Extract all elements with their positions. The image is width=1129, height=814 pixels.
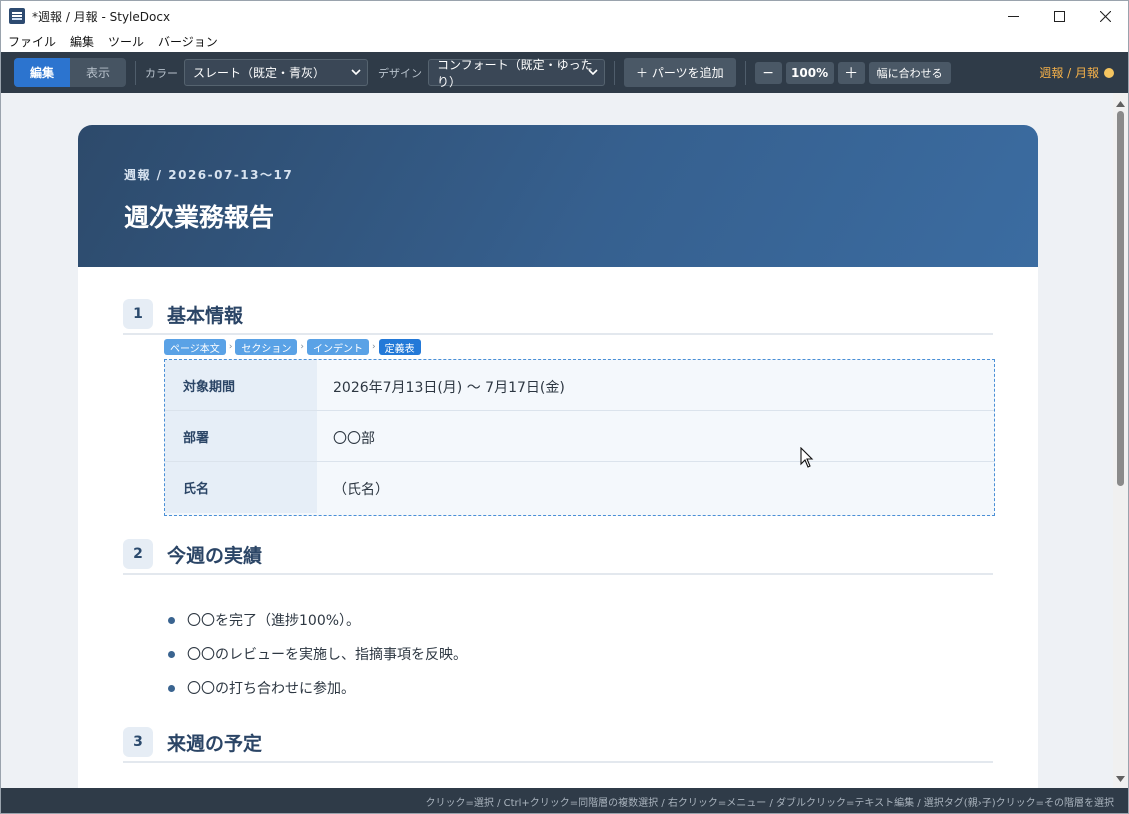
scroll-down-arrow-icon[interactable]: [1116, 774, 1125, 784]
mode-toggle: 編集 表示: [14, 58, 126, 87]
section-title: 基本情報: [167, 304, 244, 327]
definition-table[interactable]: 対象期間 2026年7月13日(月) 〜 7月17日(金) 部署 〇〇部 氏名 …: [164, 359, 995, 516]
definition-value: 2026年7月13日(月) 〜 7月17日(金): [333, 380, 565, 396]
list-item[interactable]: 〇〇を完了（進捗100%）。: [168, 603, 467, 637]
section-number: 3: [123, 727, 153, 757]
menu-version[interactable]: バージョン: [158, 33, 218, 50]
section-heading-2[interactable]: 2 今週の実績: [123, 535, 993, 575]
minimize-icon: [1007, 15, 1019, 17]
app-window: *週報 / 月報 - StyleDocx ファイル 編集 ツール バージョン 編…: [0, 0, 1129, 814]
list-item[interactable]: 〇〇のレビューを実施し、指摘事項を反映。: [168, 637, 467, 671]
definition-value: （氏名）: [333, 482, 389, 498]
color-select-value: スレート（既定・青灰）: [193, 66, 326, 80]
tag-separator: ›: [228, 342, 233, 352]
title-bar: *週報 / 月報 - StyleDocx: [1, 1, 1128, 31]
tag-page-body[interactable]: ページ本文: [164, 339, 226, 355]
toolbar-divider: [614, 60, 615, 85]
color-select[interactable]: スレート（既定・青灰）: [184, 59, 368, 86]
mode-edit-button[interactable]: 編集: [14, 58, 70, 87]
definition-key: 氏名: [165, 462, 317, 513]
section-heading-3[interactable]: 3 来週の予定: [123, 723, 993, 763]
definition-key: 部署: [165, 411, 317, 461]
chevron-down-icon: [588, 69, 598, 76]
tag-indent[interactable]: インデント: [307, 339, 370, 355]
app-logo-icon: [9, 8, 25, 24]
toolbar-divider: [135, 60, 136, 85]
menu-tools[interactable]: ツール: [108, 33, 144, 50]
minimize-button[interactable]: [990, 1, 1036, 31]
bullet-list[interactable]: 〇〇を完了（進捗100%）。 〇〇のレビューを実施し、指摘事項を反映。 〇〇の打…: [168, 603, 467, 705]
tag-definition-table[interactable]: 定義表: [378, 339, 421, 355]
list-item-text: 〇〇を完了（進捗100%）。: [187, 613, 361, 629]
add-parts-button[interactable]: ＋ パーツを追加: [624, 58, 736, 87]
fit-width-button[interactable]: 幅に合わせる: [868, 61, 951, 84]
color-label: カラー: [145, 66, 178, 80]
mode-view-button[interactable]: 表示: [70, 58, 126, 87]
window-controls: [990, 1, 1128, 31]
document-header[interactable]: 週報 / 2026-07-13〜17 週次業務報告: [78, 125, 1038, 267]
menu-edit[interactable]: 編集: [70, 33, 94, 50]
zoom-in-button[interactable]: ＋: [837, 61, 865, 84]
vertical-scrollbar[interactable]: [1113, 93, 1128, 788]
definition-row[interactable]: 氏名 （氏名）: [165, 462, 994, 513]
section-number: 2: [123, 539, 153, 569]
list-item[interactable]: 〇〇の打ち合わせに参加。: [168, 671, 467, 705]
window-title: *週報 / 月報 - StyleDocx: [32, 9, 171, 24]
scrollbar-thumb[interactable]: [1117, 111, 1124, 486]
document-title: 週次業務報告: [124, 203, 275, 232]
selection-breadcrumb: ページ本文 › セクション › インデント › 定義表: [164, 339, 421, 355]
bullet-icon: [168, 616, 175, 624]
document-workspace[interactable]: 週報 / 2026-07-13〜17 週次業務報告 1 基本情報 ページ本文 ›…: [1, 93, 1114, 788]
definition-row[interactable]: 対象期間 2026年7月13日(月) 〜 7月17日(金): [165, 360, 994, 411]
tag-separator: ›: [300, 342, 305, 352]
list-item-text: 〇〇のレビューを実施し、指摘事項を反映。: [187, 647, 467, 663]
maximize-icon: [1053, 10, 1065, 22]
section-number: 1: [123, 299, 153, 329]
toolbar: 編集 表示 カラー スレート（既定・青灰） デザイン コンフォート（既定・ゆった…: [1, 52, 1128, 93]
section-title: 来週の予定: [167, 732, 263, 755]
design-label: デザイン: [378, 66, 422, 80]
bullet-icon: [168, 684, 175, 692]
zoom-out-button[interactable]: −: [754, 61, 782, 84]
maximize-button[interactable]: [1036, 1, 1082, 31]
status-dot-icon: [1104, 67, 1114, 78]
tag-section[interactable]: セクション: [235, 339, 298, 355]
mouse-cursor-icon: [800, 447, 814, 468]
document-page[interactable]: 週報 / 2026-07-13〜17 週次業務報告 1 基本情報 ページ本文 ›…: [78, 125, 1038, 788]
section-title: 今週の実績: [167, 544, 263, 567]
close-icon: [1099, 10, 1111, 22]
tag-separator: ›: [372, 342, 376, 352]
menu-bar: ファイル 編集 ツール バージョン: [1, 31, 1128, 52]
definition-value: 〇〇部: [333, 431, 375, 447]
close-button[interactable]: [1082, 1, 1128, 31]
bullet-icon: [168, 650, 175, 658]
document-kind-indicator: 週報 / 月報: [1039, 52, 1114, 93]
toolbar-divider: [744, 60, 746, 85]
design-select-value: コンフォート（既定・ゆったり）: [437, 57, 593, 89]
document-kind-label: 週報 / 月報: [1039, 66, 1099, 80]
definition-row[interactable]: 部署 〇〇部: [165, 411, 994, 462]
document-subtitle: 週報 / 2026-07-13〜17: [124, 168, 294, 182]
zoom-level: 100%: [785, 61, 834, 84]
scroll-up-arrow-icon[interactable]: [1116, 99, 1125, 109]
chevron-down-icon: [351, 69, 361, 76]
design-select[interactable]: コンフォート（既定・ゆったり）: [428, 58, 605, 89]
menu-file[interactable]: ファイル: [8, 33, 56, 50]
definition-key: 対象期間: [165, 360, 317, 410]
status-bar: クリック=選択 / Ctrl+クリック=同階層の複数選択 / 右クリック=メニュ…: [1, 788, 1128, 813]
status-hint: クリック=選択 / Ctrl+クリック=同階層の複数選択 / 右クリック=メニュ…: [425, 798, 1114, 809]
list-item-text: 〇〇の打ち合わせに参加。: [187, 681, 355, 697]
section-heading-1[interactable]: 1 基本情報: [123, 295, 993, 335]
